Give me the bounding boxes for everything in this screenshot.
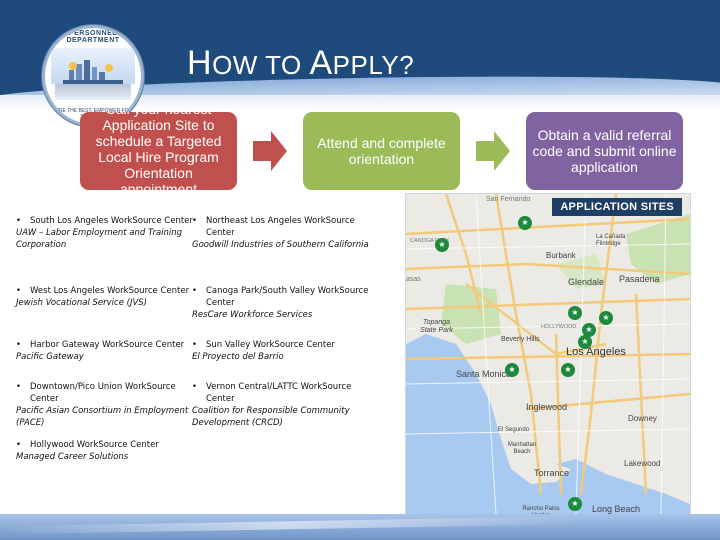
step-1-box: Call your nearest Application Site to sc… <box>80 112 237 190</box>
map-label-los-angeles: Los Angeles <box>566 346 626 358</box>
map-label-la-canada: La Cañada Flintridge <box>596 234 626 247</box>
site-item: West Los Angeles WorkSource Center Jewis… <box>16 285 196 309</box>
page-title: HOW TO APPLY? <box>187 44 414 83</box>
site-name: Harbor Gateway WorkSource Center <box>16 339 196 351</box>
site-name: Sun Valley WorkSource Center <box>192 339 372 351</box>
site-name: Vernon Central/LATTC WorkSource Center <box>192 381 372 405</box>
map-pin-vernon-central[interactable]: ★ <box>578 335 592 349</box>
site-org: Managed Career Solutions <box>16 452 129 462</box>
map-label-long-beach: Long Beach <box>592 504 641 514</box>
city-skyline-icon <box>63 60 123 84</box>
step-1-text: Call your nearest Application Site to sc… <box>95 112 222 190</box>
title-initial-a: A <box>309 44 333 82</box>
site-item: Northeast Los Angeles WorkSource Center … <box>192 215 372 251</box>
right-arrow-icon <box>253 131 287 171</box>
map-label-topanga: Topanga State Park <box>420 319 453 334</box>
title-part-2: PPLY? <box>332 50 415 80</box>
map-label-san-fernando: San Fernando <box>486 196 531 203</box>
site-org: Coalition for Responsible Community Deve… <box>192 406 350 428</box>
logo-reflection <box>55 84 131 100</box>
map-label-downey: Downey <box>628 414 657 423</box>
logo-top-text: PERSONNEL DEPARTMENT <box>66 30 120 44</box>
site-org: ResCare Workforce Services <box>192 310 313 320</box>
title-part-1: OW TO <box>212 50 310 80</box>
site-org: Pacific Asian Consortium in Employment (… <box>16 406 189 428</box>
map-pin-sun-valley[interactable]: ★ <box>518 216 532 230</box>
map-pin-harbor-gateway[interactable]: ★ <box>568 497 582 511</box>
site-name: Downtown/Pico Union WorkSource Center <box>16 381 196 405</box>
map-pin-northeast-la[interactable]: ★ <box>599 311 613 325</box>
map-label-burbank: Burbank <box>546 251 576 260</box>
site-name: Northeast Los Angeles WorkSource Center <box>192 215 372 239</box>
site-item: Downtown/Pico Union WorkSource Center Pa… <box>16 381 196 429</box>
step-2-text: Attend and complete orientation <box>317 135 446 167</box>
map-label-torrance: Torrance <box>534 468 570 478</box>
map-label-hollywood: HOLLYWOOD <box>541 324 577 330</box>
map-pin-west-la[interactable]: ★ <box>505 363 519 377</box>
map-pin-south-la[interactable]: ★ <box>561 363 575 377</box>
site-item: Canoga Park/South Valley WorkSource Cent… <box>192 285 372 321</box>
map-label-beverly-hills: Beverly Hills <box>501 336 540 343</box>
site-name: Hollywood WorkSource Center <box>16 439 196 451</box>
site-org: UAW – Labor Employment and Training Corp… <box>16 228 183 250</box>
map-label-glendale: Glendale <box>568 277 605 287</box>
site-item: Vernon Central/LATTC WorkSource Center C… <box>192 381 372 429</box>
step-3-text: Obtain a valid referral code and submit … <box>532 127 677 175</box>
site-item: Sun Valley WorkSource Center El Proyecto… <box>192 339 372 363</box>
map-label-manhattan-beach: Manhattan Beach <box>507 442 537 455</box>
map-label-inglewood: Inglewood <box>526 402 568 412</box>
map-label-santa-monica: Santa Monica <box>456 369 512 379</box>
site-name: West Los Angeles WorkSource Center <box>16 285 196 297</box>
step-2-box: Attend and complete orientation <box>303 112 460 190</box>
site-org: Jewish Vocational Service (JVS) <box>16 298 147 308</box>
map-label-pasadena: Pasadena <box>619 274 660 284</box>
step-3-box: Obtain a valid referral code and submit … <box>526 112 683 190</box>
site-item: Harbor Gateway WorkSource Center Pacific… <box>16 339 196 363</box>
site-item: Hollywood WorkSource Center Managed Care… <box>16 439 196 463</box>
application-sites-map[interactable]: APPLICATION SITES San Fernando CANOGA PA… <box>405 193 691 515</box>
site-org: El Proyecto del Barrio <box>192 352 284 362</box>
map-pin-canoga-park[interactable]: ★ <box>435 238 449 252</box>
map-title-badge: APPLICATION SITES <box>552 198 682 216</box>
map-pin-hollywood[interactable]: ★ <box>568 306 582 320</box>
site-name: South Los Angeles WorkSource Center <box>16 215 196 227</box>
site-org: Goodwill Industries of Southern Californ… <box>192 240 369 250</box>
map-label-el-segundo: El Segundo <box>498 427 530 433</box>
map-label-calabasas: asas <box>406 276 421 283</box>
right-arrow-icon <box>476 131 510 171</box>
site-org: Pacific Gateway <box>16 352 84 362</box>
map-label-lakewood: Lakewood <box>624 459 661 468</box>
site-item: South Los Angeles WorkSource Center UAW … <box>16 215 196 251</box>
site-name: Canoga Park/South Valley WorkSource Cent… <box>192 285 372 309</box>
footer-wave-banner <box>0 514 720 540</box>
title-initial-h: H <box>187 44 213 82</box>
footer-streak <box>0 514 720 535</box>
